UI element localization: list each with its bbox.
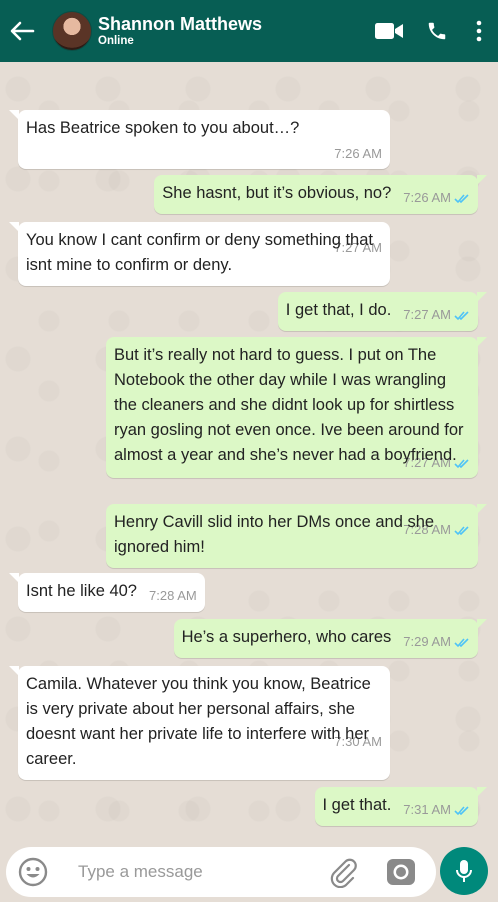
avatar[interactable] xyxy=(52,11,92,51)
message-text: Camila. Whatever you think you know, Bea… xyxy=(26,675,371,768)
composer-bar: Type a message xyxy=(0,840,498,902)
message-outgoing[interactable]: But it’s really not hard to guess. I put… xyxy=(106,337,487,478)
chat-header: Shannon Matthews Online xyxy=(0,0,498,62)
message-text: He’s a superhero, who cares xyxy=(181,628,392,646)
message-time: 7:26 AM xyxy=(403,190,451,205)
mic-icon xyxy=(456,860,472,882)
back-arrow-icon xyxy=(10,21,35,41)
message-incoming[interactable]: You know I cant confirm or deny somethin… xyxy=(9,222,390,286)
emoji-button[interactable] xyxy=(18,857,48,887)
contact-info[interactable]: Shannon Matthews Online xyxy=(98,14,262,48)
message-incoming[interactable]: Isnt he like 40? 7:28 AM xyxy=(9,573,205,612)
header-actions xyxy=(370,0,498,62)
attach-icon xyxy=(330,858,357,888)
message-time: 7:27 AM xyxy=(403,307,451,322)
message-time: 7:29 AM xyxy=(403,634,451,649)
phone-icon xyxy=(428,22,446,40)
message-text: But it’s really not hard to guess. I put… xyxy=(114,346,464,464)
message-outgoing[interactable]: She hasnt, but it’s obvious, no? 7:26 AM xyxy=(154,175,487,214)
message-text: I get that. xyxy=(322,796,392,814)
camera-button[interactable] xyxy=(386,857,416,887)
back-button[interactable] xyxy=(0,0,44,62)
message-input[interactable]: Type a message xyxy=(78,862,326,882)
more-options-icon xyxy=(476,20,482,42)
message-text: I get that, I do. xyxy=(285,301,392,319)
read-ticks-icon xyxy=(454,637,469,647)
contact-name: Shannon Matthews xyxy=(98,14,263,34)
more-options-button[interactable] xyxy=(468,0,490,62)
voice-call-button[interactable] xyxy=(422,0,452,62)
read-ticks-icon xyxy=(454,193,469,203)
emoji-icon xyxy=(18,857,48,887)
message-text: You know I cant confirm or deny somethin… xyxy=(26,231,373,274)
read-ticks-icon xyxy=(454,525,469,535)
chat-area[interactable]: Has Beatrice spoken to you about…? 7:26 … xyxy=(0,62,498,840)
message-time: 7:26 AM xyxy=(334,146,382,161)
message-text: Has Beatrice spoken to you about…? xyxy=(26,119,300,137)
message-text: Henry Cavill slid into her DMs once and … xyxy=(114,513,435,556)
camera-icon xyxy=(387,859,415,885)
message-time: 7:31 AM xyxy=(403,802,451,817)
message-input-container[interactable]: Type a message xyxy=(6,847,436,897)
message-outgoing[interactable]: I get that. 7:31 AM xyxy=(314,787,487,826)
attach-button[interactable] xyxy=(326,855,360,889)
message-outgoing[interactable]: I get that, I do. 7:27 AM xyxy=(277,292,488,331)
contact-status: Online xyxy=(98,35,134,47)
message-outgoing[interactable]: He’s a superhero, who cares 7:29 AM xyxy=(173,619,488,658)
message-text: She hasnt, but it’s obvious, no? xyxy=(162,184,392,202)
message-outgoing[interactable]: Henry Cavill slid into her DMs once and … xyxy=(106,504,487,568)
message-time: 7:28 AM xyxy=(149,588,197,603)
voice-record-button[interactable] xyxy=(440,847,488,895)
read-ticks-icon xyxy=(454,310,469,320)
message-text: Isnt he like 40? xyxy=(26,582,137,600)
video-call-button[interactable] xyxy=(370,0,408,62)
video-call-icon xyxy=(375,23,403,39)
message-incoming[interactable]: Camila. Whatever you think you know, Bea… xyxy=(9,666,390,780)
message-incoming[interactable]: Has Beatrice spoken to you about…? 7:26 … xyxy=(9,110,390,169)
read-ticks-icon xyxy=(454,805,469,815)
